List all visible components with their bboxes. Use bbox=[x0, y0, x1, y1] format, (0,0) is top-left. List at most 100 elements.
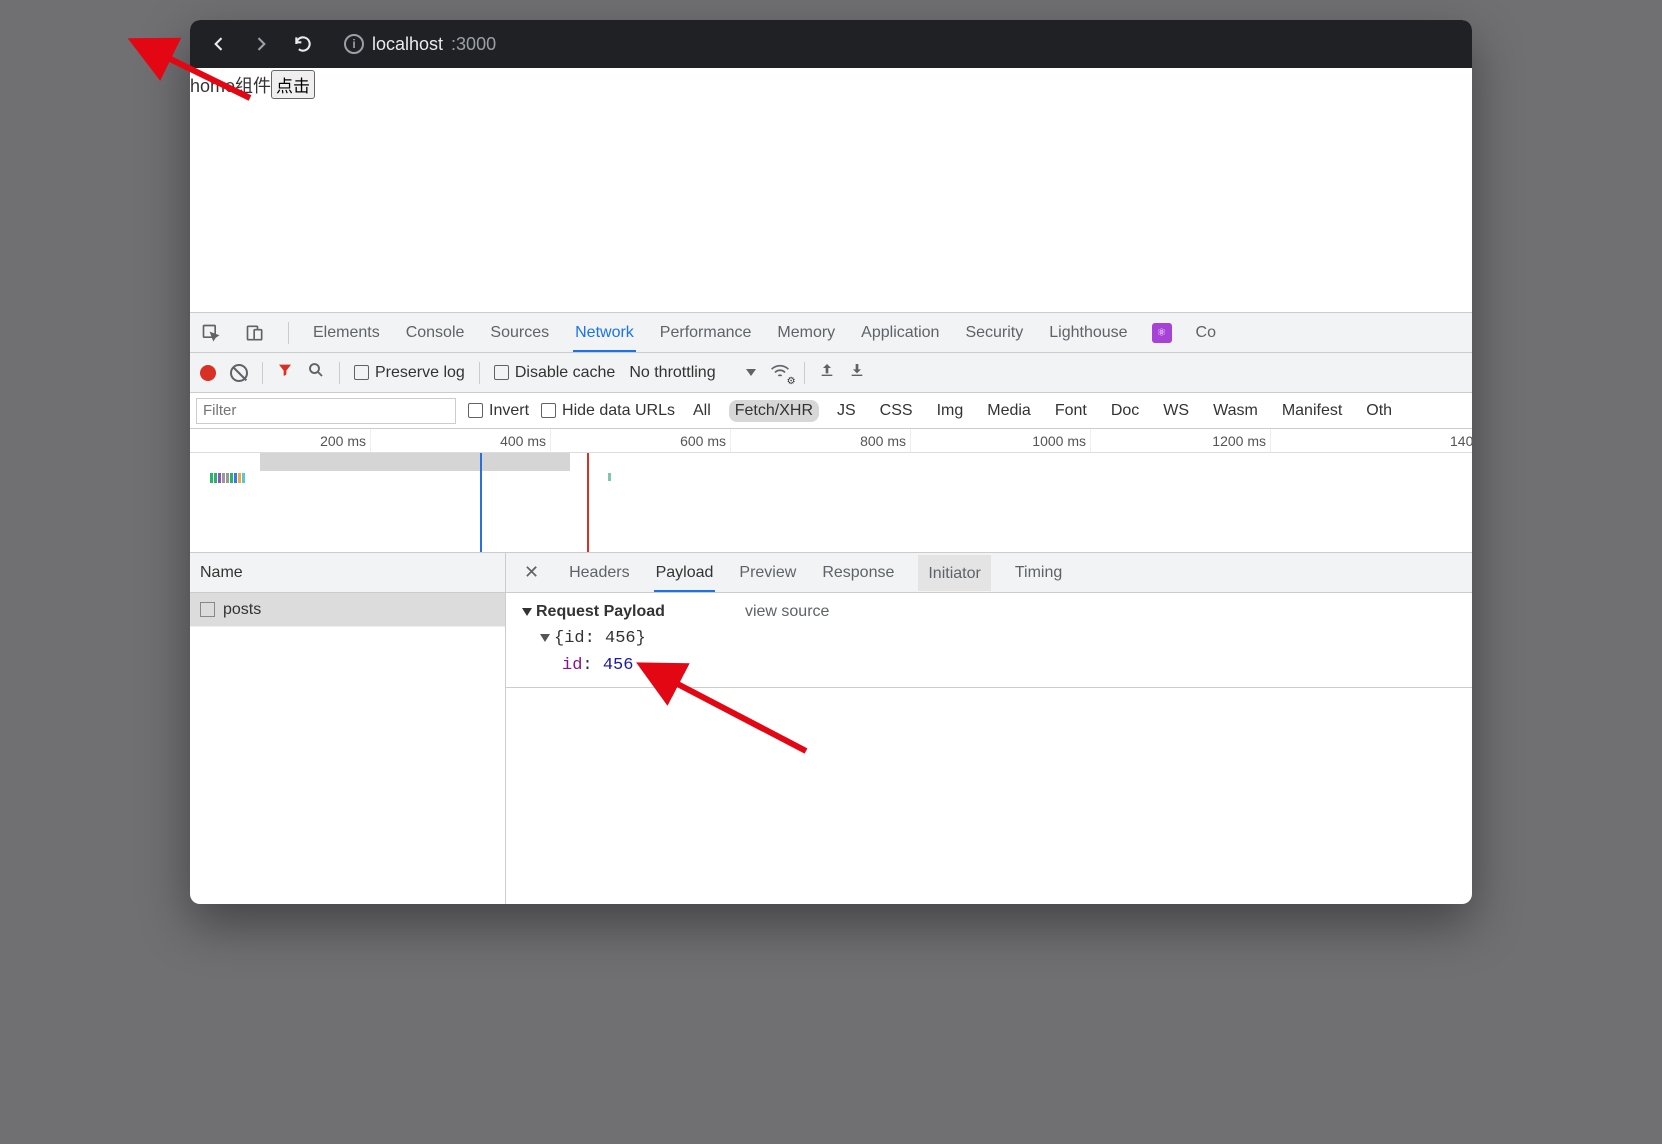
detail-tab-response[interactable]: Response bbox=[820, 554, 896, 592]
timeline-selection[interactable] bbox=[260, 453, 570, 471]
filter-type-doc[interactable]: Doc bbox=[1105, 400, 1145, 422]
filter-type-media[interactable]: Media bbox=[981, 400, 1037, 422]
view-source-link[interactable]: view source bbox=[745, 603, 829, 621]
separator bbox=[339, 362, 340, 384]
tab-application[interactable]: Application bbox=[859, 314, 941, 352]
site-info-icon[interactable]: i bbox=[344, 34, 364, 54]
filter-input[interactable] bbox=[196, 398, 456, 424]
filter-type-other[interactable]: Oth bbox=[1360, 400, 1398, 422]
payload-value: 456 bbox=[603, 656, 634, 675]
filter-type-wasm[interactable]: Wasm bbox=[1207, 400, 1264, 422]
search-icon[interactable] bbox=[307, 361, 325, 384]
react-devtools-icon[interactable]: ⚛ bbox=[1152, 323, 1172, 343]
address-bar[interactable]: i localhost :3000 bbox=[334, 27, 1460, 61]
device-toolbar-icon[interactable] bbox=[244, 322, 266, 344]
tab-sources[interactable]: Sources bbox=[488, 314, 551, 352]
payload-section-title: Request Payload bbox=[536, 603, 665, 620]
tab-components[interactable]: Co bbox=[1194, 314, 1218, 352]
load-event-line bbox=[587, 453, 589, 552]
tab-console[interactable]: Console bbox=[404, 314, 467, 352]
payload-panel: Request Payload view source {id: 456} id… bbox=[506, 593, 1472, 688]
filter-type-js[interactable]: JS bbox=[831, 400, 862, 422]
timeline-tick: 1400 bbox=[1450, 433, 1472, 449]
request-row-posts[interactable]: posts bbox=[190, 593, 505, 627]
browser-window: i localhost :3000 home组件 点击 Elements Cons… bbox=[190, 20, 1472, 904]
filter-type-fetch-xhr[interactable]: Fetch/XHR bbox=[729, 400, 819, 422]
detail-tab-preview[interactable]: Preview bbox=[737, 554, 798, 592]
timeline-tick: 1000 ms bbox=[1032, 433, 1090, 449]
timeline-activity bbox=[608, 473, 611, 481]
request-list: Name posts bbox=[190, 553, 506, 904]
devtools-tabstrip: Elements Console Sources Network Perform… bbox=[190, 313, 1472, 353]
reload-button[interactable] bbox=[286, 27, 320, 61]
throttling-select[interactable]: No throttling bbox=[629, 364, 755, 382]
tab-lighthouse[interactable]: Lighthouse bbox=[1047, 314, 1129, 352]
detail-tabstrip: ✕ Headers Payload Preview Response Initi… bbox=[506, 553, 1472, 593]
timeline-tick: 400 ms bbox=[500, 433, 550, 449]
tab-network[interactable]: Network bbox=[573, 314, 636, 352]
caret-down-icon bbox=[540, 634, 550, 642]
dom-content-loaded-line bbox=[480, 453, 482, 552]
invert-checkbox[interactable]: Invert bbox=[468, 402, 529, 420]
request-detail: ✕ Headers Payload Preview Response Initi… bbox=[506, 553, 1472, 904]
network-conditions-icon[interactable]: ⚙ bbox=[770, 362, 790, 383]
devtools-panel: Elements Console Sources Network Perform… bbox=[190, 312, 1472, 904]
tab-elements[interactable]: Elements bbox=[311, 314, 382, 352]
upload-icon[interactable] bbox=[819, 362, 835, 383]
preserve-log-label: Preserve log bbox=[375, 364, 465, 382]
forward-button[interactable] bbox=[244, 27, 278, 61]
back-button[interactable] bbox=[202, 27, 236, 61]
browser-navbar: i localhost :3000 bbox=[190, 20, 1472, 68]
page-viewport: home组件 点击 bbox=[190, 68, 1472, 312]
hide-data-urls-checkbox[interactable]: Hide data URLs bbox=[541, 402, 675, 420]
invert-label: Invert bbox=[489, 402, 529, 420]
request-list-header[interactable]: Name bbox=[190, 553, 505, 593]
timeline-activity bbox=[210, 473, 245, 483]
tab-security[interactable]: Security bbox=[963, 314, 1025, 352]
filter-type-css[interactable]: CSS bbox=[874, 400, 919, 422]
chevron-down-icon bbox=[746, 369, 756, 376]
preserve-log-checkbox[interactable]: Preserve log bbox=[354, 364, 465, 382]
close-detail-button[interactable]: ✕ bbox=[518, 562, 545, 583]
detail-tab-payload[interactable]: Payload bbox=[654, 554, 716, 592]
timeline-tick: 200 ms bbox=[320, 433, 370, 449]
inspect-element-icon[interactable] bbox=[200, 322, 222, 344]
disable-cache-checkbox[interactable]: Disable cache bbox=[494, 364, 616, 382]
filter-icon[interactable] bbox=[277, 362, 293, 383]
network-content: Name posts ✕ Headers Payload Preview Res… bbox=[190, 553, 1472, 904]
clear-button[interactable] bbox=[230, 364, 248, 382]
caret-down-icon bbox=[522, 608, 532, 616]
filter-type-img[interactable]: Img bbox=[931, 400, 970, 422]
request-name: posts bbox=[223, 601, 261, 619]
page-text: home组件 bbox=[190, 72, 271, 98]
detail-tab-headers[interactable]: Headers bbox=[567, 554, 631, 592]
separator bbox=[804, 362, 805, 384]
detail-tab-timing[interactable]: Timing bbox=[1013, 554, 1064, 592]
detail-tab-initiator[interactable]: Initiator bbox=[918, 555, 990, 591]
payload-section-toggle[interactable]: Request Payload bbox=[522, 603, 665, 621]
click-button[interactable]: 点击 bbox=[271, 70, 315, 99]
network-toolbar: Preserve log Disable cache No throttling… bbox=[190, 353, 1472, 393]
filter-type-all[interactable]: All bbox=[687, 400, 717, 422]
payload-key-value: id: 456 bbox=[522, 656, 1456, 675]
tab-performance[interactable]: Performance bbox=[658, 314, 754, 352]
payload-object-summary: {id: 456} bbox=[554, 629, 646, 648]
network-timeline[interactable]: 200 ms 400 ms 600 ms 800 ms 1000 ms 1200… bbox=[190, 429, 1472, 553]
url-port: :3000 bbox=[451, 34, 496, 55]
timeline-tick: 600 ms bbox=[680, 433, 730, 449]
payload-key: id bbox=[562, 656, 582, 675]
separator bbox=[262, 362, 263, 384]
record-button[interactable] bbox=[200, 365, 216, 381]
filter-type-ws[interactable]: WS bbox=[1157, 400, 1195, 422]
filter-type-manifest[interactable]: Manifest bbox=[1276, 400, 1348, 422]
tab-memory[interactable]: Memory bbox=[775, 314, 837, 352]
download-icon[interactable] bbox=[849, 362, 865, 383]
disable-cache-label: Disable cache bbox=[515, 364, 616, 382]
network-filter-bar: Invert Hide data URLs All Fetch/XHR JS C… bbox=[190, 393, 1472, 429]
throttling-label: No throttling bbox=[629, 364, 715, 382]
payload-object-toggle[interactable]: {id: 456} bbox=[522, 629, 1456, 648]
timeline-tick: 1200 ms bbox=[1212, 433, 1270, 449]
url-host: localhost bbox=[372, 34, 443, 55]
file-icon bbox=[200, 602, 215, 617]
filter-type-font[interactable]: Font bbox=[1049, 400, 1093, 422]
